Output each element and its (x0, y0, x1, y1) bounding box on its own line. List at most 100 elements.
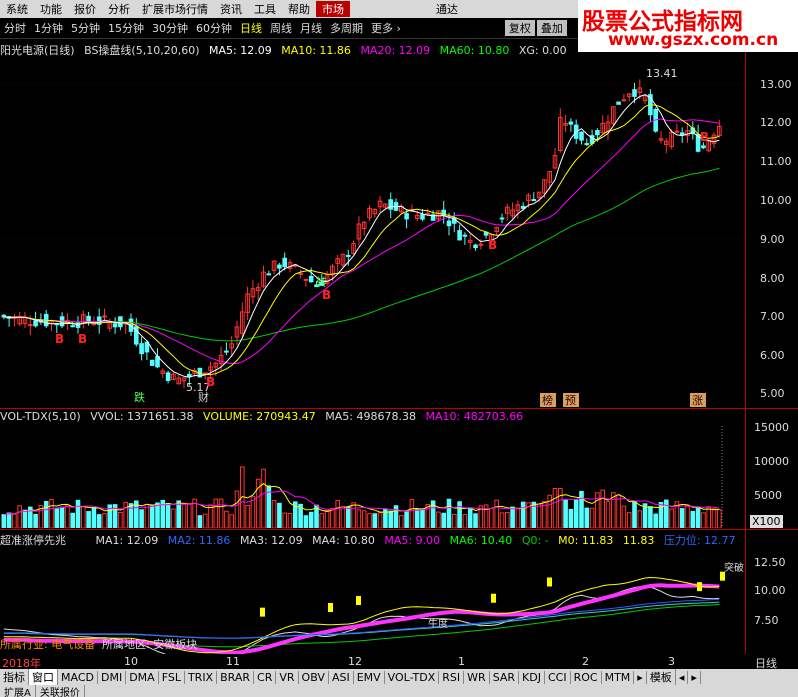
tab-vol-tdx[interactable]: VOL-TDX (385, 670, 440, 684)
tab-window[interactable]: 窗口 (29, 669, 58, 685)
indicator-chart[interactable]: 牛度 突破 所属行业: 电气设备 所属地区: 安徽板块 (0, 546, 745, 654)
volume-bar (330, 507, 335, 528)
axis-tick: 8.00 (760, 272, 785, 285)
menu-tongda[interactable]: 通达 (430, 1, 464, 17)
tab-emv[interactable]: EMV (354, 670, 385, 684)
volume-indicator-name[interactable]: VOL-TDX(5,10) (0, 410, 81, 423)
scroll-right-icon[interactable]: ▸ (688, 670, 701, 684)
period-5min[interactable]: 5分钟 (67, 20, 104, 36)
volume-bar (372, 513, 378, 528)
volume-bar (261, 468, 266, 528)
tab-wr[interactable]: WR (464, 670, 490, 684)
candle-body (701, 145, 706, 149)
vvol-value: VVOL: 1371651.38 (90, 410, 194, 423)
tab-vr[interactable]: VR (276, 670, 299, 684)
volume-bar (404, 511, 409, 528)
volume-bar (197, 515, 203, 528)
tab-trix[interactable]: TRIX (185, 670, 218, 684)
restore-rights-button[interactable]: 复权 (504, 20, 535, 36)
volume-bar (377, 512, 383, 528)
volume-bar (637, 510, 643, 528)
volume-value: VOLUME: 270943.47 (203, 410, 316, 423)
tab-mtm[interactable]: MTM (602, 670, 635, 684)
overlay-button[interactable]: 叠加 (536, 20, 567, 36)
menu-function[interactable]: 功能 (34, 1, 68, 17)
candle-body (473, 244, 478, 249)
status-linked-quote[interactable]: 关联报价 (36, 685, 85, 697)
period-60min[interactable]: 60分钟 (192, 20, 236, 36)
tab-macd[interactable]: MACD (58, 670, 98, 684)
menu-info[interactable]: 资讯 (214, 1, 248, 17)
menu-market[interactable]: 市场 (316, 1, 350, 17)
tab-asi[interactable]: ASI (329, 670, 354, 684)
status-extended-a[interactable]: 扩展A (0, 685, 36, 697)
date-tick: 3 (668, 655, 675, 668)
axis-tick: 13.00 (760, 78, 792, 91)
volume-chart[interactable] (0, 424, 745, 528)
tab-cr[interactable]: CR (254, 670, 277, 684)
menu-system[interactable]: 系统 (0, 1, 34, 17)
period-1min[interactable]: 1分钟 (30, 20, 67, 36)
period-30min[interactable]: 30分钟 (148, 20, 192, 36)
tab-obv[interactable]: OBV (299, 670, 329, 684)
period-weekly[interactable]: 周线 (266, 20, 296, 36)
volume-bar (489, 507, 494, 528)
tab-brar[interactable]: BRAR (217, 670, 255, 684)
period-tick[interactable]: 分时 (0, 20, 30, 36)
tab-roc[interactable]: ROC (571, 670, 602, 684)
volume-bar (605, 501, 611, 528)
date-axis: 2018年 10 11 12 1 2 3 日线 (0, 654, 798, 670)
candle-body (388, 199, 393, 210)
tab-indicator[interactable]: 指标 (0, 669, 29, 685)
volume-bar (65, 504, 70, 528)
tab-sar[interactable]: SAR (490, 670, 520, 684)
signal-die: 跌 (134, 390, 145, 404)
period-monthly[interactable]: 月线 (296, 20, 326, 36)
volume-bar (388, 510, 393, 528)
axis-tick: 7.00 (760, 310, 785, 323)
volume-bar (510, 506, 515, 528)
tab-fsl[interactable]: FSL (159, 670, 185, 684)
menu-analysis[interactable]: 分析 (102, 1, 136, 17)
volume-bar (96, 514, 102, 528)
candle-body (277, 264, 282, 269)
period-multi[interactable]: 多周期 (326, 20, 367, 36)
volume-bar (648, 506, 653, 528)
period-daily[interactable]: 日线 (236, 20, 266, 36)
volume-bar (515, 508, 521, 528)
tab-rsi[interactable]: RSI (439, 670, 465, 684)
volume-bar (351, 502, 356, 528)
menu-quote[interactable]: 报价 (68, 1, 102, 17)
tab-dmi[interactable]: DMI (98, 670, 127, 684)
axis-tick: 7.50 (754, 614, 779, 627)
menu-tools[interactable]: 工具 (248, 1, 282, 17)
volume-bar (171, 508, 176, 528)
tab-kdj[interactable]: KDJ (519, 670, 545, 684)
volume-bar (462, 514, 468, 528)
volume-bar (621, 505, 627, 528)
volume-bar (308, 511, 314, 528)
candle-body (91, 323, 97, 326)
tab-dma[interactable]: DMA (126, 670, 159, 684)
candlestick-chart[interactable]: 13.41 5.17 跌 财 B B B B B B 转 榜 预 涨 (0, 56, 745, 408)
candle-body (102, 315, 107, 318)
volume-bar (711, 508, 717, 528)
tab-cci[interactable]: CCI (545, 670, 571, 684)
tab-scroll-icon[interactable]: ▸ (634, 670, 647, 684)
tab-template[interactable]: 模板 (647, 669, 676, 685)
period-15min[interactable]: 15分钟 (104, 20, 148, 36)
volume-bar (1, 514, 7, 528)
menu-help[interactable]: 帮助 (282, 1, 316, 17)
volume-bar (626, 512, 632, 528)
menu-extended-market[interactable]: 扩展市场行情 (136, 1, 214, 17)
period-more[interactable]: 更多 › (367, 20, 405, 36)
volume-bar (457, 501, 462, 528)
signal-bar (356, 596, 361, 606)
candle-body (632, 89, 637, 97)
candle-body (86, 315, 91, 322)
volume-bar (324, 509, 330, 528)
volume-bar (303, 515, 309, 528)
scroll-left-icon[interactable]: ◂ (676, 670, 689, 684)
axis-tick: 15000 (754, 421, 789, 434)
volume-bar (473, 513, 478, 528)
